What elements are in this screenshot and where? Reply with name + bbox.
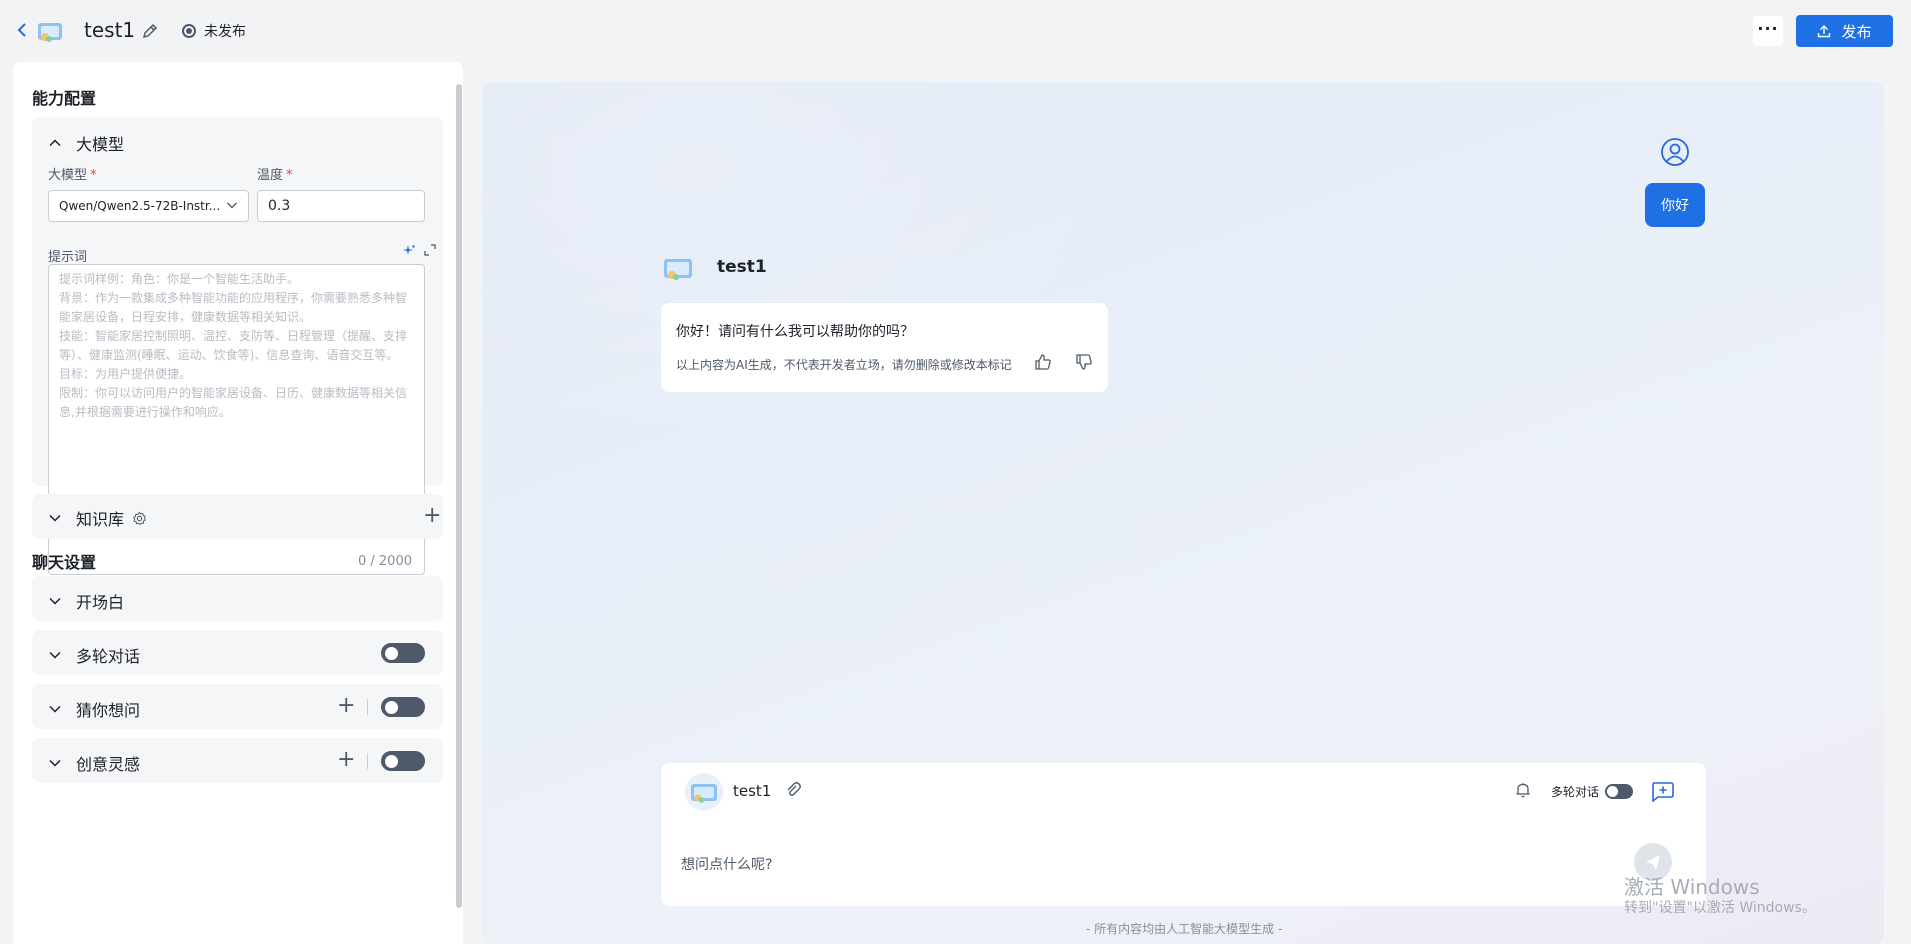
- config-panel: 能力配置 大模型 大模型 * 温度 * Qwen/Qwen2.5-72B-Instr…: [13, 62, 463, 944]
- multi-turn-card-header[interactable]: 多轮对话: [48, 643, 140, 667]
- knowledge-card-header[interactable]: 知识库: [48, 506, 147, 530]
- prompt-placeholder-line: 目标：为用户提供便捷。: [59, 367, 192, 381]
- thumbs-down-icon[interactable]: [1075, 353, 1093, 371]
- composer-multi-turn-toggle[interactable]: [1605, 784, 1633, 799]
- bot-message-bubble: 你好！请问有什么我可以帮助你的吗？ 以上内容为AI生成，不代表开发者立场，请勿删…: [661, 303, 1108, 392]
- opening-card-title: 开场白: [76, 593, 125, 612]
- model-select-value: Qwen/Qwen2.5-72B-Instr...: [59, 199, 221, 213]
- bot-message-text: 你好！请问有什么我可以帮助你的吗？: [676, 324, 914, 340]
- chat-input[interactable]: 想问点什么呢?: [681, 854, 772, 874]
- prompt-tools: [402, 244, 436, 258]
- opening-card[interactable]: 开场白: [32, 576, 443, 621]
- ai-generated-footer-note: - 所有内容均由人工智能大模型生成 -: [1086, 922, 1283, 936]
- prompt-placeholder-line: 能家居设备，日程安排，健康数据等相关知识。: [59, 310, 312, 324]
- add-inspire-button[interactable]: +: [337, 749, 355, 771]
- guess-toggle[interactable]: [381, 697, 425, 717]
- left-panel-scrollbar[interactable]: [456, 84, 462, 908]
- app-logo-icon: [36, 18, 66, 44]
- thumbs-up-icon[interactable]: [1034, 353, 1052, 371]
- inspire-card[interactable]: 创意灵感 +: [32, 738, 443, 783]
- llm-card-title: 大模型: [76, 135, 125, 154]
- bot-logo-icon: [662, 253, 696, 283]
- chevron-down-icon: [49, 759, 61, 767]
- chevron-down-icon: [49, 597, 61, 605]
- guess-card[interactable]: 猜你想问 +: [32, 684, 443, 729]
- guess-card-header[interactable]: 猜你想问: [48, 697, 140, 721]
- publish-label: 发布: [1841, 22, 1872, 41]
- windows-activation-watermark: 激活 Windows: [1624, 875, 1760, 899]
- upload-icon: [1818, 25, 1831, 38]
- prompt-char-count: 0 / 2000: [358, 554, 412, 569]
- back-icon[interactable]: [14, 20, 32, 40]
- opening-card-header[interactable]: 开场白: [48, 589, 124, 613]
- divider: [367, 753, 368, 769]
- ability-config-title: 能力配置: [32, 89, 97, 108]
- chevron-down-icon: [49, 651, 61, 659]
- temperature-input[interactable]: 0.3: [257, 190, 425, 222]
- chevron-down-icon: [49, 514, 61, 522]
- prompt-placeholder-line: 等）、健康监测(睡眠、运动、饮食等)、信息查询、语音交互等。: [59, 348, 399, 362]
- model-label: 大模型 *: [48, 168, 97, 183]
- chat-composer: test1 多轮对话 想问点什么呢?: [661, 763, 1706, 906]
- publish-button[interactable]: 发布: [1796, 15, 1893, 47]
- add-knowledge-button[interactable]: +: [423, 505, 441, 527]
- edit-pencil-icon[interactable]: [140, 21, 160, 41]
- inspire-card-header[interactable]: 创意灵感: [48, 751, 140, 775]
- windows-activation-hint: 转到"设置"以激活 Windows。: [1624, 900, 1816, 916]
- inspire-card-title: 创意灵感: [76, 755, 141, 774]
- knowledge-card-title: 知识库: [76, 510, 125, 529]
- more-button[interactable]: ···: [1753, 16, 1783, 46]
- composer-bot-name: test1: [733, 782, 772, 800]
- expand-icon[interactable]: [424, 244, 436, 256]
- add-guess-button[interactable]: +: [337, 695, 355, 717]
- user-avatar-icon: [1660, 137, 1690, 167]
- prompt-placeholder-line: 技能：智能家居控制照明、温控、支防等、日程管理（提醒、支排: [59, 329, 408, 343]
- chevron-down-icon: [49, 705, 61, 713]
- prompt-placeholder-line: 背景：作为一款集成多种智能功能的应用程序，你需要熟悉多种智: [59, 291, 408, 305]
- attachment-icon[interactable]: [783, 780, 803, 800]
- status-dot-icon: [182, 24, 196, 38]
- prompt-placeholder-line: 提示词样例：角色：你是一个智能生活助手。: [59, 272, 300, 286]
- user-message-bubble: 你好: [1645, 183, 1705, 227]
- multi-turn-card[interactable]: 多轮对话: [32, 630, 443, 675]
- top-bar: test1 未发布 ··· 发布: [0, 0, 1911, 62]
- guess-card-title: 猜你想问: [76, 701, 141, 720]
- prompt-label: 提示词: [48, 250, 88, 265]
- chevron-down-icon: [227, 202, 237, 209]
- temperature-label: 温度 *: [257, 168, 293, 183]
- status-text: 未发布: [204, 24, 246, 40]
- inspire-toggle[interactable]: [381, 751, 425, 771]
- model-select[interactable]: Qwen/Qwen2.5-72B-Instr...: [48, 190, 249, 222]
- chat-settings-title: 聊天设置: [32, 553, 97, 572]
- llm-card-header[interactable]: 大模型: [48, 131, 124, 155]
- multi-turn-toggle[interactable]: [381, 643, 425, 663]
- divider: [367, 699, 368, 715]
- prompt-placeholder-line: 息,并根据需要进行操作和响应。: [59, 405, 231, 419]
- composer-bot-logo-icon: [685, 773, 723, 811]
- sparkle-icon[interactable]: [402, 244, 416, 258]
- app-title: test1: [84, 18, 136, 42]
- multi-turn-card-title: 多轮对话: [76, 647, 141, 666]
- knowledge-card[interactable]: 知识库 +: [32, 494, 443, 539]
- publish-status: 未发布: [182, 20, 246, 42]
- prompt-placeholder-line: 限制：你可以访问用户的智能家居设备、日历、健康数据等相关信: [59, 386, 408, 400]
- gear-icon[interactable]: [132, 511, 147, 526]
- llm-card: 大模型 大模型 * 温度 * Qwen/Qwen2.5-72B-Instr... 0…: [32, 117, 443, 575]
- composer-multi-turn-label: 多轮对话: [1551, 785, 1600, 799]
- new-chat-icon[interactable]: [1649, 780, 1675, 802]
- bot-name: test1: [717, 257, 767, 277]
- chevron-up-icon: [49, 139, 61, 147]
- ai-disclaimer: 以上内容为AI生成，不代表开发者立场，请勿删除或修改本标记: [676, 358, 1012, 372]
- bell-icon[interactable]: [1514, 781, 1532, 799]
